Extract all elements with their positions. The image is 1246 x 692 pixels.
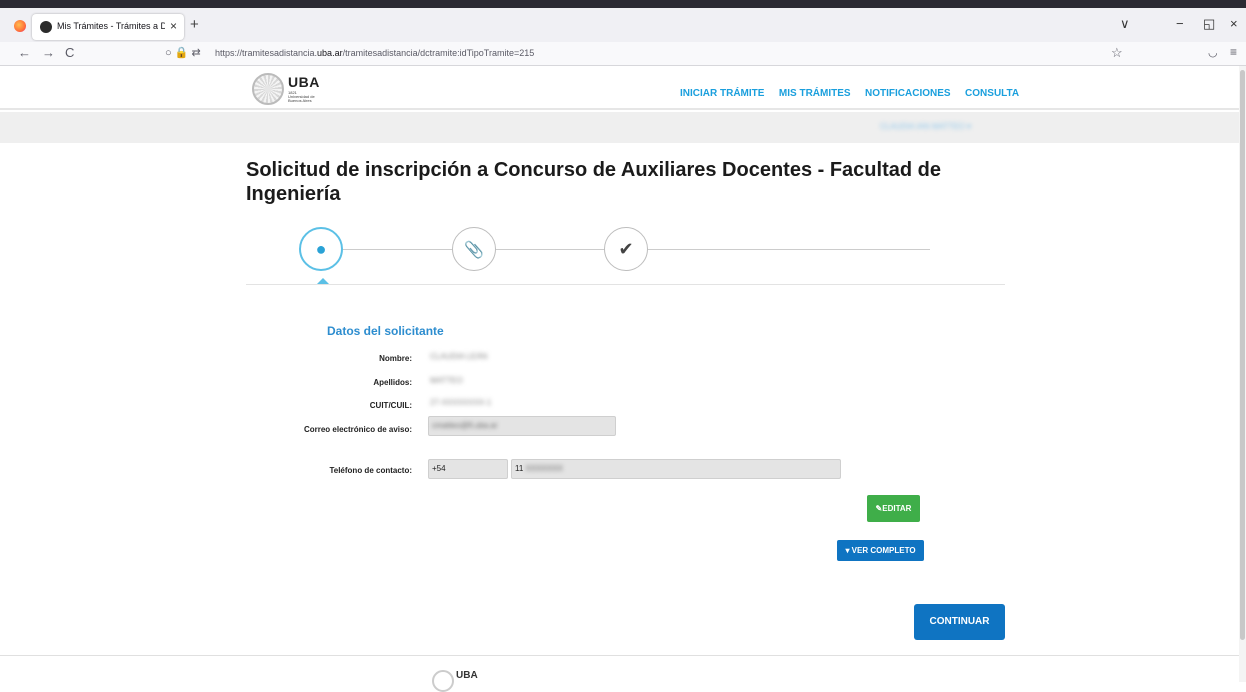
footer-logo-text: UBA (456, 670, 478, 681)
logo-text: UBA (288, 74, 320, 90)
site-info-icon[interactable]: ○ 🔒 ⇄ (165, 46, 201, 59)
nav-mis-tramites[interactable]: MIS TRÁMITES (779, 88, 851, 99)
continuar-button[interactable]: CONTINUAR (914, 604, 1005, 640)
user-menu[interactable]: CLAUDIA IAN MATTEO ▾ (880, 122, 971, 131)
firefox-logo-icon[interactable] (14, 20, 26, 32)
step-adjuntos[interactable]: 📎 (452, 227, 496, 271)
ver-completo-button[interactable]: ▾ VER COMPLETO (837, 540, 924, 561)
browser-tab-bar: Mis Trámites - Trámites a Distan × + ∨ −… (0, 0, 1246, 42)
page-title: Solicitud de inscripción a Concurso de A… (246, 159, 941, 205)
paperclip-icon: 📎 (464, 242, 484, 259)
uba-logo[interactable]: UBA 1821 Universidad de Buenos Aires (252, 73, 322, 105)
url-bar[interactable]: https://tramitesadistancia.uba.ar/tramit… (215, 48, 534, 58)
browser-nav-bar: ← → C ○ 🔒 ⇄ https://tramitesadistancia.u… (0, 42, 1246, 66)
nav-iniciar-tramite[interactable]: INICIAR TRÁMITE (680, 88, 764, 99)
cuit-label: CUIT/CUIL: (369, 401, 412, 410)
stepper-divider (246, 284, 1005, 285)
telefono-number: XXXXXXX (525, 464, 563, 473)
app-menu-icon[interactable]: ≡ (1230, 45, 1237, 59)
user-bar: CLAUDIA IAN MATTEO ▾ (0, 112, 1246, 143)
nombre-value: CLAUDIA LEÁN (430, 352, 488, 361)
step-datos[interactable]: ● (299, 227, 343, 271)
nav-notificaciones[interactable]: NOTIFICACIONES (865, 88, 951, 99)
favicon-icon (40, 21, 52, 33)
correo-field[interactable]: cmatteo@fi.uba.ar (428, 416, 616, 436)
telefono-number-field[interactable]: 11 XXXXXXX (511, 459, 841, 479)
url-path: /tramitesadistancia/dctramite:idTipoTram… (342, 48, 535, 58)
page-scrollbar-thumb[interactable] (1240, 70, 1245, 640)
telefono-country-code: +54 (432, 464, 446, 473)
tab-title: Mis Trámites - Trámites a Distan (57, 21, 165, 31)
reload-button[interactable]: C (65, 45, 74, 60)
nav-consulta[interactable]: CONSULTA (965, 88, 1019, 99)
section-title: Datos del solicitante (327, 324, 444, 338)
logo-subtext: 1821 Universidad de Buenos Aires (288, 90, 315, 103)
forward-button[interactable]: → (42, 45, 55, 60)
cuit-value: 27-XXXXXXXX-1 (430, 398, 492, 407)
tabs-dropdown-icon[interactable]: ∨ (1120, 16, 1130, 32)
telefono-country-code-field[interactable]: +54 (428, 459, 508, 479)
site-header: UBA 1821 Universidad de Buenos Aires INI… (0, 66, 1246, 110)
footer-logo: UBA (432, 668, 482, 692)
telefono-area: 11 (515, 464, 524, 473)
nombre-label: Nombre: (379, 354, 412, 363)
step-confirmar[interactable]: ✔ (604, 227, 648, 271)
check-icon: ✔ (618, 239, 634, 259)
user-icon: ● (315, 239, 327, 259)
pocket-icon[interactable]: ◡ (1208, 46, 1218, 59)
correo-label: Correo electrónico de aviso: (303, 425, 412, 434)
minimize-button[interactable]: − (1176, 16, 1184, 31)
apellidos-label: Apellidos: (373, 378, 412, 387)
footer-seal-icon (432, 670, 454, 692)
url-prefix: https://tramitesadistancia. (215, 48, 318, 58)
new-tab-button[interactable]: + (190, 16, 199, 33)
footer-divider (0, 655, 1246, 656)
close-tab-icon[interactable]: × (170, 19, 177, 33)
apellidos-value: MATTEO (430, 376, 463, 385)
browser-tab[interactable]: Mis Trámites - Trámites a Distan × (32, 14, 184, 40)
telefono-label: Teléfono de contacto: (329, 466, 412, 475)
restore-button[interactable]: ◱ (1203, 16, 1215, 32)
main-nav: INICIAR TRÁMITE MIS TRÁMITES NOTIFICACIO… (680, 83, 1029, 101)
close-window-button[interactable]: × (1230, 16, 1238, 31)
uba-seal-icon (252, 73, 284, 105)
url-domain: uba.ar (317, 48, 343, 58)
back-button[interactable]: ← (18, 45, 31, 60)
bookmark-star-icon[interactable]: ☆ (1111, 45, 1123, 61)
correo-value: cmatteo@fi.uba.ar (432, 421, 498, 430)
editar-button[interactable]: ✎EDITAR (867, 495, 920, 522)
